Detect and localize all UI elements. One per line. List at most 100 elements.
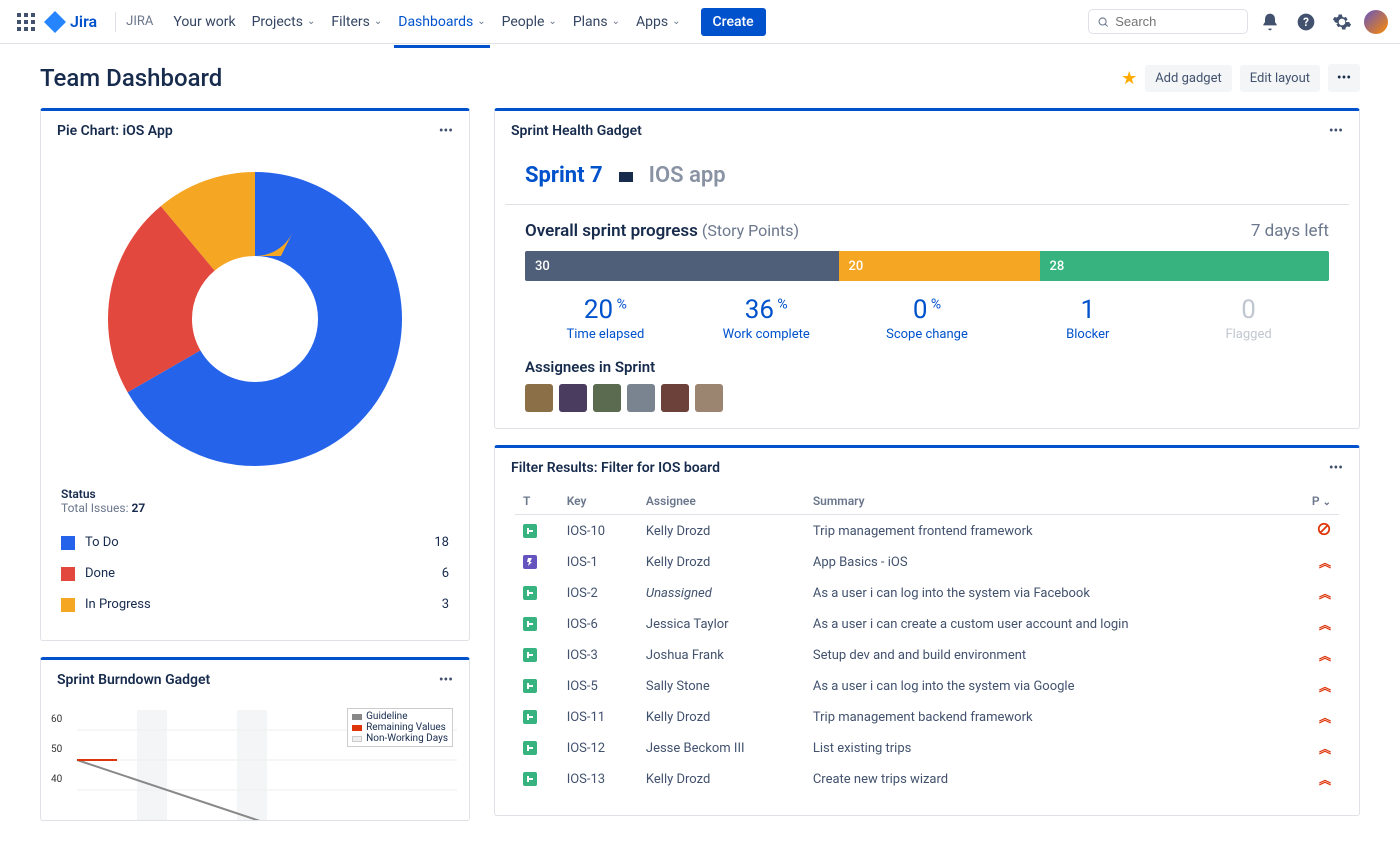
assignee-avatar[interactable] (525, 384, 553, 412)
progress-title-row: Overall sprint progress (Story Points) 7… (525, 221, 1329, 241)
search-box[interactable] (1088, 9, 1248, 34)
nav-item-projects[interactable]: Projects ⌄ (244, 8, 324, 36)
issue-type-icon (523, 648, 537, 662)
progress-bar: 302028 (525, 251, 1329, 281)
table-row[interactable]: IOS-10 Kelly Drozd Trip management front… (515, 515, 1339, 548)
issue-summary: As a user i can create a custom user acc… (805, 609, 1288, 640)
gadget-more-icon[interactable]: ••• (1329, 460, 1343, 476)
issue-key[interactable]: IOS-13 (559, 764, 638, 795)
col-priority[interactable]: P ⌄ (1288, 488, 1339, 515)
legend-label: Done (85, 566, 442, 581)
issue-key[interactable]: IOS-6 (559, 609, 638, 640)
issue-type-icon (523, 710, 537, 724)
page-more-button[interactable]: ••• (1328, 64, 1360, 92)
pie-chart-gadget: Pie Chart: iOS App ••• Status T (40, 108, 470, 641)
sprint-stat[interactable]: 0 Flagged (1168, 295, 1329, 342)
table-row[interactable]: IOS-6 Jessica Taylor As a user i can cre… (515, 609, 1339, 640)
issue-key[interactable]: IOS-1 (559, 547, 638, 578)
total-issues-count: 27 (131, 501, 145, 515)
table-row[interactable]: IOS-11 Kelly Drozd Trip management backe… (515, 702, 1339, 733)
settings-icon[interactable] (1328, 8, 1356, 36)
assignee-avatar[interactable] (559, 384, 587, 412)
edit-layout-button[interactable]: Edit layout (1240, 65, 1320, 92)
gadget-header: Sprint Health Gadget ••• (495, 111, 1359, 151)
top-nav: Jira JIRA Your workProjects ⌄Filters ⌄Da… (0, 0, 1400, 44)
assignee-avatar[interactable] (627, 384, 655, 412)
legend-count: 3 (442, 597, 449, 612)
issue-assignee: Kelly Drozd (638, 764, 805, 795)
col-type[interactable]: T (515, 488, 559, 515)
user-avatar[interactable] (1364, 10, 1388, 34)
logo-text: Jira (70, 12, 97, 31)
search-input[interactable] (1115, 14, 1239, 29)
issue-summary: Trip management frontend framework (805, 515, 1288, 548)
issue-assignee: Jesse Beckom III (638, 733, 805, 764)
stat-label: Scope change (847, 327, 1008, 342)
y-tick: 50 (51, 744, 62, 755)
gadget-body: Status Total Issues: 27 To Do 18 Done 6 … (41, 151, 469, 640)
col-assignee[interactable]: Assignee (638, 488, 805, 515)
nav-item-people[interactable]: People ⌄ (494, 8, 565, 36)
add-gadget-button[interactable]: Add gadget (1145, 65, 1232, 92)
issue-key[interactable]: IOS-3 (559, 640, 638, 671)
app-switcher-icon[interactable] (12, 8, 40, 36)
sprint-name[interactable]: Sprint 7 (525, 163, 603, 188)
issue-key[interactable]: IOS-12 (559, 733, 638, 764)
gadget-more-icon[interactable]: ••• (439, 123, 453, 139)
legend-row[interactable]: To Do 18 (61, 527, 449, 558)
table-row[interactable]: IOS-5 Sally Stone As a user i can log in… (515, 671, 1339, 702)
assignees-row (525, 384, 1329, 412)
issue-key[interactable]: IOS-2 (559, 578, 638, 609)
issue-key[interactable]: IOS-11 (559, 702, 638, 733)
nav-item-plans[interactable]: Plans ⌄ (565, 8, 628, 36)
notifications-icon[interactable] (1256, 8, 1284, 36)
breadcrumb: JIRA (126, 14, 153, 29)
legend-label: In Progress (85, 597, 442, 612)
assignee-avatar[interactable] (593, 384, 621, 412)
nav-item-apps[interactable]: Apps ⌄ (628, 8, 688, 36)
create-button[interactable]: Create (701, 8, 766, 36)
issue-summary: Create new trips wizard (805, 764, 1288, 795)
jira-logo[interactable]: Jira (44, 11, 97, 33)
gadget-more-icon[interactable]: ••• (1329, 123, 1343, 139)
priority-highest-icon: ︽ (1319, 587, 1331, 601)
col-key[interactable]: Key (559, 488, 638, 515)
gadget-more-icon[interactable]: ••• (439, 672, 453, 688)
nav-item-your-work[interactable]: Your work (165, 8, 243, 36)
nav-item-filters[interactable]: Filters ⌄ (323, 8, 390, 36)
legend-row[interactable]: In Progress 3 (61, 589, 449, 620)
chevron-down-icon: ⌄ (307, 16, 315, 27)
help-icon[interactable]: ? (1292, 8, 1320, 36)
table-row[interactable]: IOS-3 Joshua Frank Setup dev and and bui… (515, 640, 1339, 671)
table-row[interactable]: IOS-13 Kelly Drozd Create new trips wiza… (515, 764, 1339, 795)
issue-priority: ︽ (1288, 578, 1339, 609)
table-row[interactable]: IOS-2 Unassigned As a user i can log int… (515, 578, 1339, 609)
table-row[interactable]: IOS-1 Kelly Drozd App Basics - iOS ︽ (515, 547, 1339, 578)
issue-assignee: Joshua Frank (638, 640, 805, 671)
column-right: Sprint Health Gadget ••• Sprint 7 IOS ap… (494, 108, 1360, 816)
issue-type-icon (523, 555, 537, 569)
assignee-avatar[interactable] (695, 384, 723, 412)
issue-key[interactable]: IOS-5 (559, 671, 638, 702)
issue-key[interactable]: IOS-10 (559, 515, 638, 548)
issue-summary: App Basics - iOS (805, 547, 1288, 578)
issue-type-icon (523, 772, 537, 786)
legend-row[interactable]: Done 6 (61, 558, 449, 589)
table-row[interactable]: IOS-12 Jesse Beckom III List existing tr… (515, 733, 1339, 764)
y-tick: 40 (51, 774, 62, 785)
stat-label: Time elapsed (525, 327, 686, 342)
assignee-avatar[interactable] (661, 384, 689, 412)
sprint-stat[interactable]: 36 % Work complete (686, 295, 847, 342)
issue-priority: ︽ (1288, 640, 1339, 671)
nav-item-dashboards[interactable]: Dashboards ⌄ (390, 8, 493, 36)
col-summary[interactable]: Summary (805, 488, 1288, 515)
sprint-stat[interactable]: 20 % Time elapsed (525, 295, 686, 342)
priority-highest-icon: ︽ (1319, 618, 1331, 632)
filter-rows: IOS-10 Kelly Drozd Trip management front… (515, 515, 1339, 796)
stat-value: 20 % (525, 295, 686, 325)
sprint-stat[interactable]: 1 Blocker (1007, 295, 1168, 342)
chevron-down-icon: ⌄ (612, 16, 620, 27)
sprint-stat[interactable]: 0 % Scope change (847, 295, 1008, 342)
star-icon[interactable]: ★ (1121, 68, 1137, 89)
legend-swatch (61, 598, 75, 612)
